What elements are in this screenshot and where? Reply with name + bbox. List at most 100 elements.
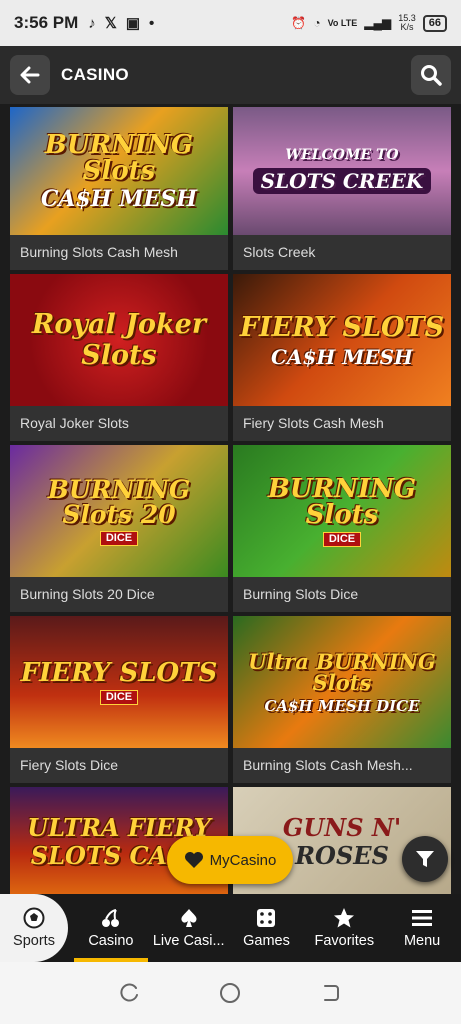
alarm-icon: ⏰ xyxy=(291,16,307,30)
heart-icon xyxy=(184,852,203,868)
game-art-subtitle: CA$H MESH xyxy=(40,186,198,212)
game-art: GUNS N' ROSES xyxy=(283,816,401,868)
game-thumbnail: BURNING Slots 20 DICE xyxy=(10,445,228,577)
notification-icons: ♪ 𝕏 ▣ • xyxy=(88,14,155,33)
game-card[interactable]: Ultra BURNING Slots CA$H MESH DICE Burni… xyxy=(233,616,451,783)
bottom-nav: Sports Casino Live Casi... Games Favorit… xyxy=(0,894,461,962)
game-name: Burning Slots 20 Dice xyxy=(20,586,155,602)
news-icon: ▣ xyxy=(125,15,141,32)
game-art-subtitle: DICE xyxy=(322,531,362,547)
game-name: Burning Slots Cash Mesh xyxy=(20,244,178,260)
game-art-subtitle: CA$H MESH xyxy=(271,344,413,369)
game-art: FIERY SLOTS CA$H MESH xyxy=(240,314,444,367)
search-icon xyxy=(421,65,442,86)
wifi-icon: ◔ xyxy=(313,16,321,30)
game-grid: BURNING Slots CA$H MESH Burning Slots Ca… xyxy=(0,104,461,894)
nav-menu[interactable]: Menu xyxy=(383,894,461,962)
star-icon xyxy=(334,908,355,928)
nav-sports-label: Sports xyxy=(13,933,55,949)
game-card[interactable]: FIERY SLOTS DICE Fiery Slots Dice xyxy=(10,616,228,783)
game-art: BURNING Slots 20 DICE xyxy=(10,477,228,546)
back-button[interactable] xyxy=(10,55,50,95)
nav-games-label: Games xyxy=(243,933,290,949)
game-thumbnail: Royal Joker Slots xyxy=(10,274,228,406)
game-name: Burning Slots Dice xyxy=(243,586,359,602)
game-name: Fiery Slots Dice xyxy=(20,757,119,773)
status-time: 3:56 PM xyxy=(14,13,79,32)
game-thumbnail: WELCOME TO SLOTS CREEK xyxy=(233,107,451,235)
game-art-title: GUNS N' xyxy=(282,813,402,842)
game-art-subtitle: ROSES xyxy=(295,841,389,870)
game-art-title: Royal Joker xyxy=(31,309,207,340)
status-bar: 3:56 PM ♪ 𝕏 ▣ • ⏰ ◔ Vo LTE ▂▄▆ 15.3 K/s … xyxy=(0,0,461,46)
game-name: Fiery Slots Cash Mesh xyxy=(243,415,384,431)
back-arrow-icon xyxy=(20,66,40,84)
game-art-title: BURNING Slots xyxy=(267,473,417,530)
game-thumbnail: BURNING Slots CA$H MESH xyxy=(10,107,228,235)
game-art: FIERY SLOTS DICE xyxy=(20,657,218,705)
mycasino-label: MyCasino xyxy=(209,851,277,869)
page-title: CASINO xyxy=(61,65,129,84)
filter-button[interactable] xyxy=(402,836,448,882)
game-art-subtitle: DICE xyxy=(99,530,139,546)
game-thumbnail: Ultra BURNING Slots CA$H MESH DICE xyxy=(233,616,451,748)
hamburger-icon xyxy=(412,910,433,926)
game-card[interactable]: FIERY SLOTS CA$H MESH Fiery Slots Cash M… xyxy=(233,274,451,441)
nav-sports[interactable]: Sports xyxy=(0,894,68,962)
nav-games[interactable]: Games xyxy=(228,894,306,962)
mycasino-button[interactable]: MyCasino xyxy=(167,836,293,884)
signal-icon: ▂▄▆ xyxy=(364,16,392,30)
game-thumbnail: BURNING Slots DICE xyxy=(233,445,451,577)
game-name: Royal Joker Slots xyxy=(20,415,129,431)
cherries-icon xyxy=(101,909,119,927)
app-header: CASINO xyxy=(0,46,461,104)
dice-icon xyxy=(257,909,276,927)
game-art-subtitle: DICE xyxy=(99,689,139,705)
back-nav-icon[interactable] xyxy=(320,982,342,1004)
game-art-title: BURNING Slots xyxy=(44,130,194,186)
game-art: Royal Joker Slots xyxy=(32,311,206,369)
nav-favorites-label: Favorites xyxy=(314,933,375,949)
game-art-subtitle: CA$H MESH DICE xyxy=(264,696,420,715)
game-card[interactable]: BURNING Slots DICE Burning Slots Dice xyxy=(233,445,451,612)
search-button[interactable] xyxy=(411,55,451,95)
game-name: Slots Creek xyxy=(243,244,316,260)
soccer-ball-icon xyxy=(23,907,45,929)
game-art-title: WELCOME TO xyxy=(285,147,399,163)
game-art: Ultra BURNING Slots CA$H MESH DICE xyxy=(233,651,451,714)
game-art: WELCOME TO SLOTS CREEK xyxy=(252,147,432,194)
game-name: Burning Slots Cash Mesh... xyxy=(243,757,413,773)
nav-casino-label: Casino xyxy=(88,933,134,949)
game-card[interactable]: Royal Joker Slots Royal Joker Slots xyxy=(10,274,228,441)
home-icon[interactable] xyxy=(218,981,242,1005)
nav-menu-label: Menu xyxy=(403,933,441,949)
net-speed: 15.3 K/s xyxy=(398,14,416,32)
filter-icon xyxy=(416,851,434,867)
game-thumbnail: FIERY SLOTS CA$H MESH xyxy=(233,274,451,406)
system-icons: ⏰ ◔ Vo LTE ▂▄▆ 15.3 K/s 66 xyxy=(291,14,447,32)
game-art: BURNING Slots CA$H MESH xyxy=(10,132,228,210)
tiktok-icon: ♪ xyxy=(88,14,96,32)
nav-casino[interactable]: Casino xyxy=(72,894,150,962)
system-nav-bar xyxy=(0,962,461,1024)
nav-favorites[interactable]: Favorites xyxy=(305,894,383,962)
dot-icon: • xyxy=(149,14,155,32)
game-art-title: FIERY SLOTS xyxy=(239,311,445,343)
game-card[interactable]: WELCOME TO SLOTS CREEK Slots Creek xyxy=(233,107,451,270)
net-speed-unit: K/s xyxy=(400,22,414,32)
game-art-subtitle: Slots xyxy=(81,340,157,371)
x-icon: 𝕏 xyxy=(104,15,117,32)
game-thumbnail: FIERY SLOTS DICE xyxy=(10,616,228,748)
game-art-title: FIERY SLOTS xyxy=(20,657,218,688)
game-card[interactable]: BURNING Slots CA$H MESH Burning Slots Ca… xyxy=(10,107,228,270)
battery-icon: 66 xyxy=(422,14,447,32)
recent-apps-icon[interactable] xyxy=(119,982,141,1004)
game-art: BURNING Slots DICE xyxy=(233,476,451,547)
game-card[interactable]: BURNING Slots 20 DICE Burning Slots 20 D… xyxy=(10,445,228,612)
game-art-title: BURNING Slots 20 xyxy=(47,474,191,529)
game-art-subtitle: SLOTS CREEK xyxy=(252,168,432,194)
volte-label: Vo LTE xyxy=(327,18,358,28)
spade-icon xyxy=(181,909,197,927)
nav-live-casino-label: Live Casi... xyxy=(152,933,225,949)
nav-live-casino[interactable]: Live Casi... xyxy=(150,894,228,962)
